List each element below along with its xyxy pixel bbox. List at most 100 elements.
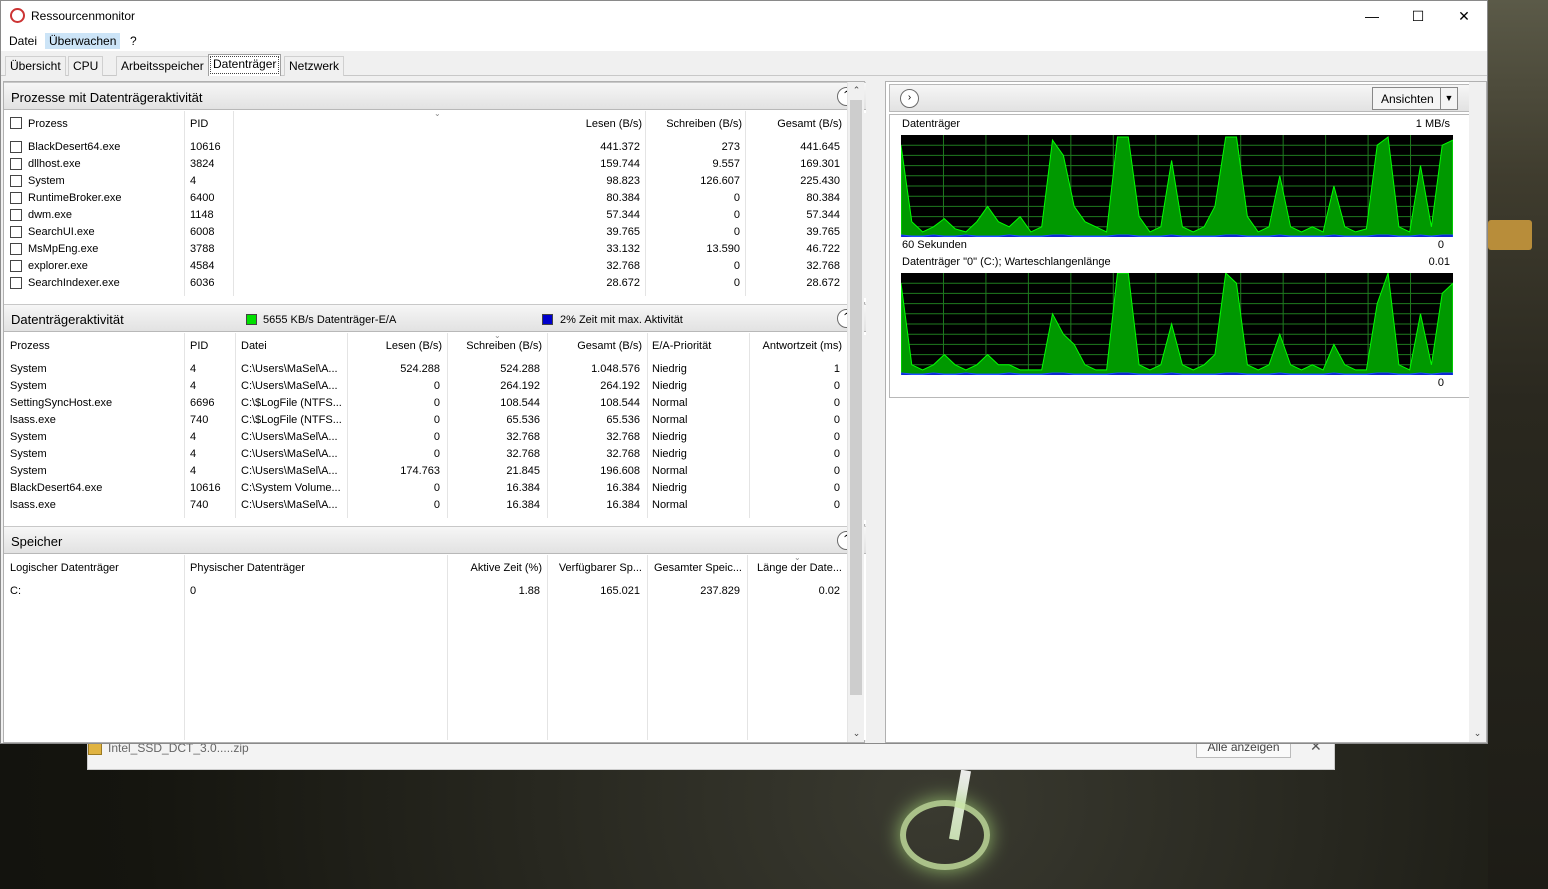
col-logischer-datentraeger[interactable]: Logischer Datenträger	[10, 562, 119, 574]
col-schreiben[interactable]: Schreiben (B/s)	[444, 340, 542, 352]
cell-pid: 4	[190, 380, 197, 392]
col-gesamt[interactable]: Gesamt (B/s)	[544, 340, 642, 352]
menu-ueberwachen[interactable]: Überwachen	[45, 33, 121, 49]
menu-help[interactable]: ?	[126, 33, 141, 49]
chevron-down-icon[interactable]: ▼	[1440, 88, 1457, 109]
cell-lesen: 0	[433, 499, 440, 511]
cell-pid: 3788	[190, 243, 215, 255]
cell-datei: C:\Users\MaSel\A...	[241, 431, 338, 443]
table-row[interactable]: SettingSyncHost.exe 6696 C:\$LogFile (NTFS…	[4, 395, 848, 412]
col-antwortzeit[interactable]: Antwortzeit (ms)	[744, 340, 842, 352]
row-checkbox[interactable]	[10, 175, 22, 187]
table-row[interactable]: RuntimeBroker.exe 6400 80.384 0 80.384	[4, 190, 848, 207]
table-row[interactable]: System 4 C:\Users\MaSel\A... 174.763 21.845 1…	[4, 463, 848, 480]
cell-logisch: C:	[10, 585, 21, 597]
left-area-scrollbar[interactable]: ⌃ ⌄	[847, 82, 864, 742]
table-row[interactable]: dllhost.exe 3824 159.744 9.557 169.301	[4, 156, 848, 173]
table-row[interactable]: System 4 C:\Users\MaSel\A... 524.288 524.288…	[4, 361, 848, 378]
cell-prioritaet: Normal	[652, 414, 688, 426]
cell-prozess: BlackDesert64.exe	[28, 141, 121, 153]
col-lesen[interactable]: Lesen (B/s)	[344, 340, 442, 352]
cell-datei: C:\System Volume...	[241, 482, 341, 494]
col-schreiben[interactable]: Schreiben (B/s)	[644, 118, 742, 130]
green-legend-swatch	[246, 314, 257, 325]
col-physischer-datentraeger[interactable]: Physischer Datenträger	[190, 562, 305, 574]
cell-datei: C:\$LogFile (NTFS...	[241, 397, 342, 409]
cell-gesamt: 225.430	[800, 175, 840, 187]
cell-datei: C:\Users\MaSel\A...	[241, 448, 338, 460]
col-pid[interactable]: PID	[190, 118, 208, 130]
col-datei[interactable]: Datei	[241, 340, 267, 352]
tab-datentraeger[interactable]: Datenträger	[208, 54, 282, 76]
col-laenge[interactable]: Länge der Date...	[744, 562, 842, 574]
charts-scrollbar[interactable]: ⌄	[1469, 82, 1486, 742]
table-row[interactable]: dwm.exe 1148 57.344 0 57.344	[4, 207, 848, 224]
col-lesen[interactable]: Lesen (B/s)	[544, 118, 642, 130]
col-prioritaet[interactable]: E/A-Priorität	[652, 340, 711, 352]
chevron-right-icon[interactable]: ›	[900, 89, 919, 108]
processes-panel-header[interactable]: Prozesse mit Datenträgeraktivität ⌃	[4, 82, 866, 110]
row-checkbox[interactable]	[10, 226, 22, 238]
sort-indicator-icon: ⌄	[494, 331, 501, 340]
cell-verfuegbar: 165.021	[600, 585, 640, 597]
cell-gesamt: 65.536	[606, 414, 640, 426]
disk-throughput-chart	[901, 135, 1453, 237]
scroll-up-icon[interactable]: ⌃	[848, 82, 865, 99]
cell-pid: 3824	[190, 158, 215, 170]
cell-prioritaet: Normal	[652, 499, 688, 511]
views-dropdown[interactable]: Ansichten ▼	[1372, 87, 1458, 110]
table-row[interactable]: BlackDesert64.exe 10616 C:\System Volume..…	[4, 480, 848, 497]
chart1-max-label: 1 MB/s	[1415, 118, 1450, 130]
table-row[interactable]: lsass.exe 740 C:\$LogFile (NTFS... 0 65.536 6…	[4, 412, 848, 429]
table-row[interactable]: System 4 C:\Users\MaSel\A... 0 32.768 32.768 N…	[4, 446, 848, 463]
row-checkbox[interactable]	[10, 277, 22, 289]
cell-laenge: 0.02	[818, 585, 840, 597]
scroll-down-icon[interactable]: ⌄	[1469, 725, 1486, 742]
maximize-button[interactable]: ☐	[1395, 1, 1441, 31]
scroll-thumb[interactable]	[850, 100, 862, 695]
col-gesamter-speicher[interactable]: Gesamter Speic...	[644, 562, 742, 574]
processes-panel: Prozesse mit Datenträgeraktivität ⌃ Proz…	[4, 82, 866, 302]
storage-panel-header[interactable]: Speicher ⌃	[4, 526, 866, 554]
table-row[interactable]: SearchIndexer.exe 6036 28.672 0 28.672	[4, 275, 848, 292]
table-row[interactable]: BlackDesert64.exe 10616 441.372 273 441.645	[4, 139, 848, 156]
row-checkbox[interactable]	[10, 209, 22, 221]
row-checkbox[interactable]	[10, 260, 22, 272]
close-window-button[interactable]: ✕	[1441, 1, 1487, 31]
col-gesamt[interactable]: Gesamt (B/s)	[744, 118, 842, 130]
col-pid[interactable]: PID	[190, 340, 208, 352]
table-row[interactable]: lsass.exe 740 C:\Users\MaSel\A... 0 16.384 16…	[4, 497, 848, 514]
table-row[interactable]: System 4 C:\Users\MaSel\A... 0 32.768 32.768 N…	[4, 429, 848, 446]
scroll-down-icon[interactable]: ⌄	[848, 725, 865, 742]
table-row[interactable]: System 4 98.823 126.607 225.430	[4, 173, 848, 190]
minimize-button[interactable]: —	[1349, 1, 1395, 31]
col-aktive-zeit[interactable]: Aktive Zeit (%)	[444, 562, 542, 574]
cell-lesen: 0	[433, 482, 440, 494]
cell-prozess: System	[10, 380, 47, 392]
select-all-checkbox[interactable]	[10, 117, 22, 129]
table-row[interactable]: SearchUI.exe 6008 39.765 0 39.765	[4, 224, 848, 241]
tab-cpu[interactable]: CPU	[68, 56, 104, 76]
row-checkbox[interactable]	[10, 141, 22, 153]
disk-activity-panel-header[interactable]: Datenträgeraktivität 5655 KB/s Datenträg…	[4, 304, 866, 332]
cell-prozess: dwm.exe	[28, 209, 73, 221]
cell-prozess: SearchUI.exe	[28, 226, 95, 238]
row-checkbox[interactable]	[10, 192, 22, 204]
tab-arbeitsspeicher[interactable]: Arbeitsspeicher	[116, 56, 209, 76]
cell-schreiben: 32.768	[506, 431, 540, 443]
row-checkbox[interactable]	[10, 158, 22, 170]
tab-uebersicht[interactable]: Übersicht	[5, 56, 66, 76]
col-prozess[interactable]: Prozess	[28, 118, 68, 130]
table-row[interactable]: C: 0 1.88 165.021 237.829 0.02	[4, 583, 848, 600]
table-row[interactable]: System 4 C:\Users\MaSel\A... 0 264.192 264.19…	[4, 378, 848, 395]
col-verfuegbarer-speicher[interactable]: Verfügbarer Sp...	[544, 562, 642, 574]
cell-pid: 6036	[190, 277, 215, 289]
col-prozess[interactable]: Prozess	[10, 340, 50, 352]
row-checkbox[interactable]	[10, 243, 22, 255]
cell-lesen: 174.763	[400, 465, 440, 477]
charts-panel-header: › Ansichten ▼	[889, 84, 1471, 112]
table-row[interactable]: MsMpEng.exe 3788 33.132 13.590 46.722	[4, 241, 848, 258]
tab-netzwerk[interactable]: Netzwerk	[284, 56, 345, 76]
menu-datei[interactable]: Datei	[5, 33, 41, 49]
table-row[interactable]: explorer.exe 4584 32.768 0 32.768	[4, 258, 848, 275]
